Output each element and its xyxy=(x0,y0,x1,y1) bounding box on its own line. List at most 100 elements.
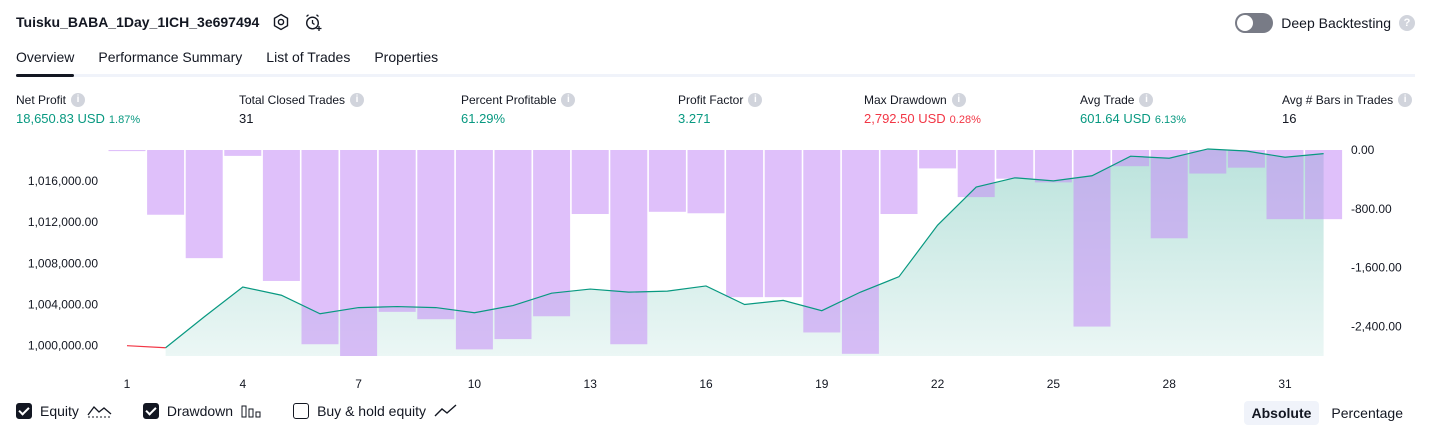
right-axis-tick-label: -800.00 xyxy=(1351,202,1392,216)
drawdown-bar xyxy=(764,150,802,298)
metric-value: 31 xyxy=(239,111,254,126)
strategy-title: Tuisku_BABA_1Day_1ICH_3e697494 xyxy=(16,14,260,30)
metric-label: Avg Trade xyxy=(1080,93,1135,107)
drawdown-bar xyxy=(455,150,493,350)
left-axis-tick-label: 1,012,000.00 xyxy=(28,215,98,229)
drawdown-bar xyxy=(494,150,532,340)
metric-max-drawdown: Max Drawdown i 2,792.50 USD 0.28% xyxy=(864,93,981,126)
drawdown-bar xyxy=(1112,150,1150,167)
settings-gear-icon[interactable] xyxy=(271,12,291,32)
metric-value: 16 xyxy=(1282,111,1297,126)
metric-profit-factor: Profit Factor i 3.271 xyxy=(678,93,763,126)
drawdown-bars-icon xyxy=(241,405,261,418)
info-icon[interactable]: i xyxy=(71,93,86,107)
right-axis-tick-label: 0.00 xyxy=(1351,143,1375,157)
drawdown-bar xyxy=(648,150,686,212)
absolute-button[interactable]: Absolute xyxy=(1243,401,1320,425)
metric-label: Total Closed Trades xyxy=(239,93,346,107)
metric-value: 601.64 USD 6.13% xyxy=(1080,111,1187,126)
equity-drawdown-chart: 1,000,000.00 1,004,000.00 1,008,000.00 1,01… xyxy=(28,143,1402,391)
drawdown-bar xyxy=(1073,150,1111,327)
info-icon[interactable]: i xyxy=(350,93,365,107)
x-axis-tick-label: 16 xyxy=(699,377,713,391)
equity-checkbox[interactable] xyxy=(16,403,32,419)
metric-label: Percent Profitable xyxy=(461,93,557,107)
mode-switch: Absolute Percentage xyxy=(1243,401,1412,425)
drawdown-bar xyxy=(726,150,764,298)
drawdown-bar xyxy=(108,150,146,152)
metric-value: 3.271 xyxy=(678,111,711,126)
left-axis-tick-label: 1,016,000.00 xyxy=(28,174,98,188)
tab-properties[interactable]: Properties xyxy=(374,46,438,74)
equity-label: Equity xyxy=(40,403,79,419)
buy-hold-toggle[interactable]: Buy & hold equity xyxy=(293,403,458,419)
drawdown-toggle[interactable]: Drawdown xyxy=(142,403,263,419)
deep-backtesting-toggle[interactable] xyxy=(1235,13,1274,33)
tab-overview[interactable]: Overview xyxy=(16,46,75,77)
metric-avg-trade: Avg Trade i 601.64 USD 6.13% xyxy=(1080,93,1186,126)
metric-label: Avg # Bars in Trades xyxy=(1282,93,1394,107)
info-icon[interactable]: i xyxy=(1398,93,1413,107)
drawdown-bar xyxy=(1034,150,1072,183)
drawdown-bar xyxy=(1305,150,1343,220)
deep-backtesting-label: Deep Backtesting xyxy=(1281,15,1391,31)
info-icon[interactable]: i xyxy=(561,93,576,107)
info-icon[interactable]: i xyxy=(748,93,763,107)
info-icon[interactable]: i xyxy=(951,93,966,107)
buy-hold-checkbox[interactable] xyxy=(293,403,310,419)
x-axis-tick-label: 19 xyxy=(815,377,829,391)
drawdown-bar xyxy=(996,150,1034,179)
buy-hold-label: Buy & hold equity xyxy=(317,403,427,419)
drawdown-bar xyxy=(185,150,223,259)
metric-value: 2,792.50 USD 0.28% xyxy=(864,111,981,126)
drawdown-bar xyxy=(1266,150,1304,220)
drawdown-bar xyxy=(957,150,995,198)
drawdown-bar xyxy=(1150,150,1188,239)
metric-label: Max Drawdown xyxy=(864,93,947,107)
tab-list-of-trades[interactable]: List of Trades xyxy=(266,46,350,74)
drawdown-bar xyxy=(610,150,648,345)
strategy-header: Tuisku_BABA_1Day_1ICH_3e697494 xyxy=(16,12,323,32)
left-axis-tick-label: 1,004,000.00 xyxy=(28,298,98,312)
drawdown-bar xyxy=(880,150,918,215)
left-axis-tick-label: 1,000,000.00 xyxy=(28,339,98,353)
report-tabs: Overview Performance Summary List of Tra… xyxy=(16,46,1415,77)
drawdown-bar xyxy=(224,150,262,156)
metric-total-closed-trades: Total Closed Trades i 31 xyxy=(239,93,365,126)
drawdown-bar xyxy=(417,150,455,320)
x-axis-tick-label: 31 xyxy=(1278,377,1292,391)
x-axis-tick-label: 4 xyxy=(239,377,246,391)
x-axis-tick-label: 22 xyxy=(931,377,945,391)
x-axis-tick-label: 7 xyxy=(355,377,362,391)
x-axis-tick-label: 1 xyxy=(124,377,131,391)
metric-label: Net Profit xyxy=(16,93,67,107)
equity-toggle[interactable]: Equity xyxy=(16,403,113,419)
drawdown-bar xyxy=(687,150,725,214)
tab-performance-summary[interactable]: Performance Summary xyxy=(98,46,242,74)
metric-label: Profit Factor xyxy=(678,93,744,107)
drawdown-bar xyxy=(571,150,609,215)
metric-value: 18,650.83 USD 1.87% xyxy=(16,111,141,126)
drawdown-bar xyxy=(340,150,378,356)
drawdown-bar xyxy=(147,150,185,215)
metric-net-profit: Net Profit i 18,650.83 USD 1.87% xyxy=(16,93,140,126)
drawdown-bar xyxy=(301,150,339,345)
drawdown-label: Drawdown xyxy=(166,403,234,419)
drawdown-checkbox[interactable] xyxy=(142,403,159,419)
metric-percent: 1.87% xyxy=(108,114,141,126)
drawdown-bar xyxy=(1189,150,1227,174)
metric-percent: 6.13% xyxy=(1154,114,1187,126)
x-axis-tick-label: 10 xyxy=(468,377,482,391)
add-alert-icon[interactable] xyxy=(303,12,323,32)
drawdown-bar xyxy=(262,150,300,281)
help-icon[interactable]: ? xyxy=(1399,15,1415,31)
chart-legend: Equity Drawdown Buy & hold equity xyxy=(16,403,458,419)
percentage-button[interactable]: Percentage xyxy=(1323,401,1411,425)
drawdown-bar xyxy=(378,150,416,312)
left-axis-tick-label: 1,008,000.00 xyxy=(28,256,98,270)
drawdown-bar xyxy=(919,150,957,169)
metric-percent: 0.28% xyxy=(949,114,981,126)
x-axis-tick-label: 28 xyxy=(1163,377,1177,391)
equity-line-icon xyxy=(87,406,112,418)
info-icon[interactable]: i xyxy=(1139,93,1154,107)
